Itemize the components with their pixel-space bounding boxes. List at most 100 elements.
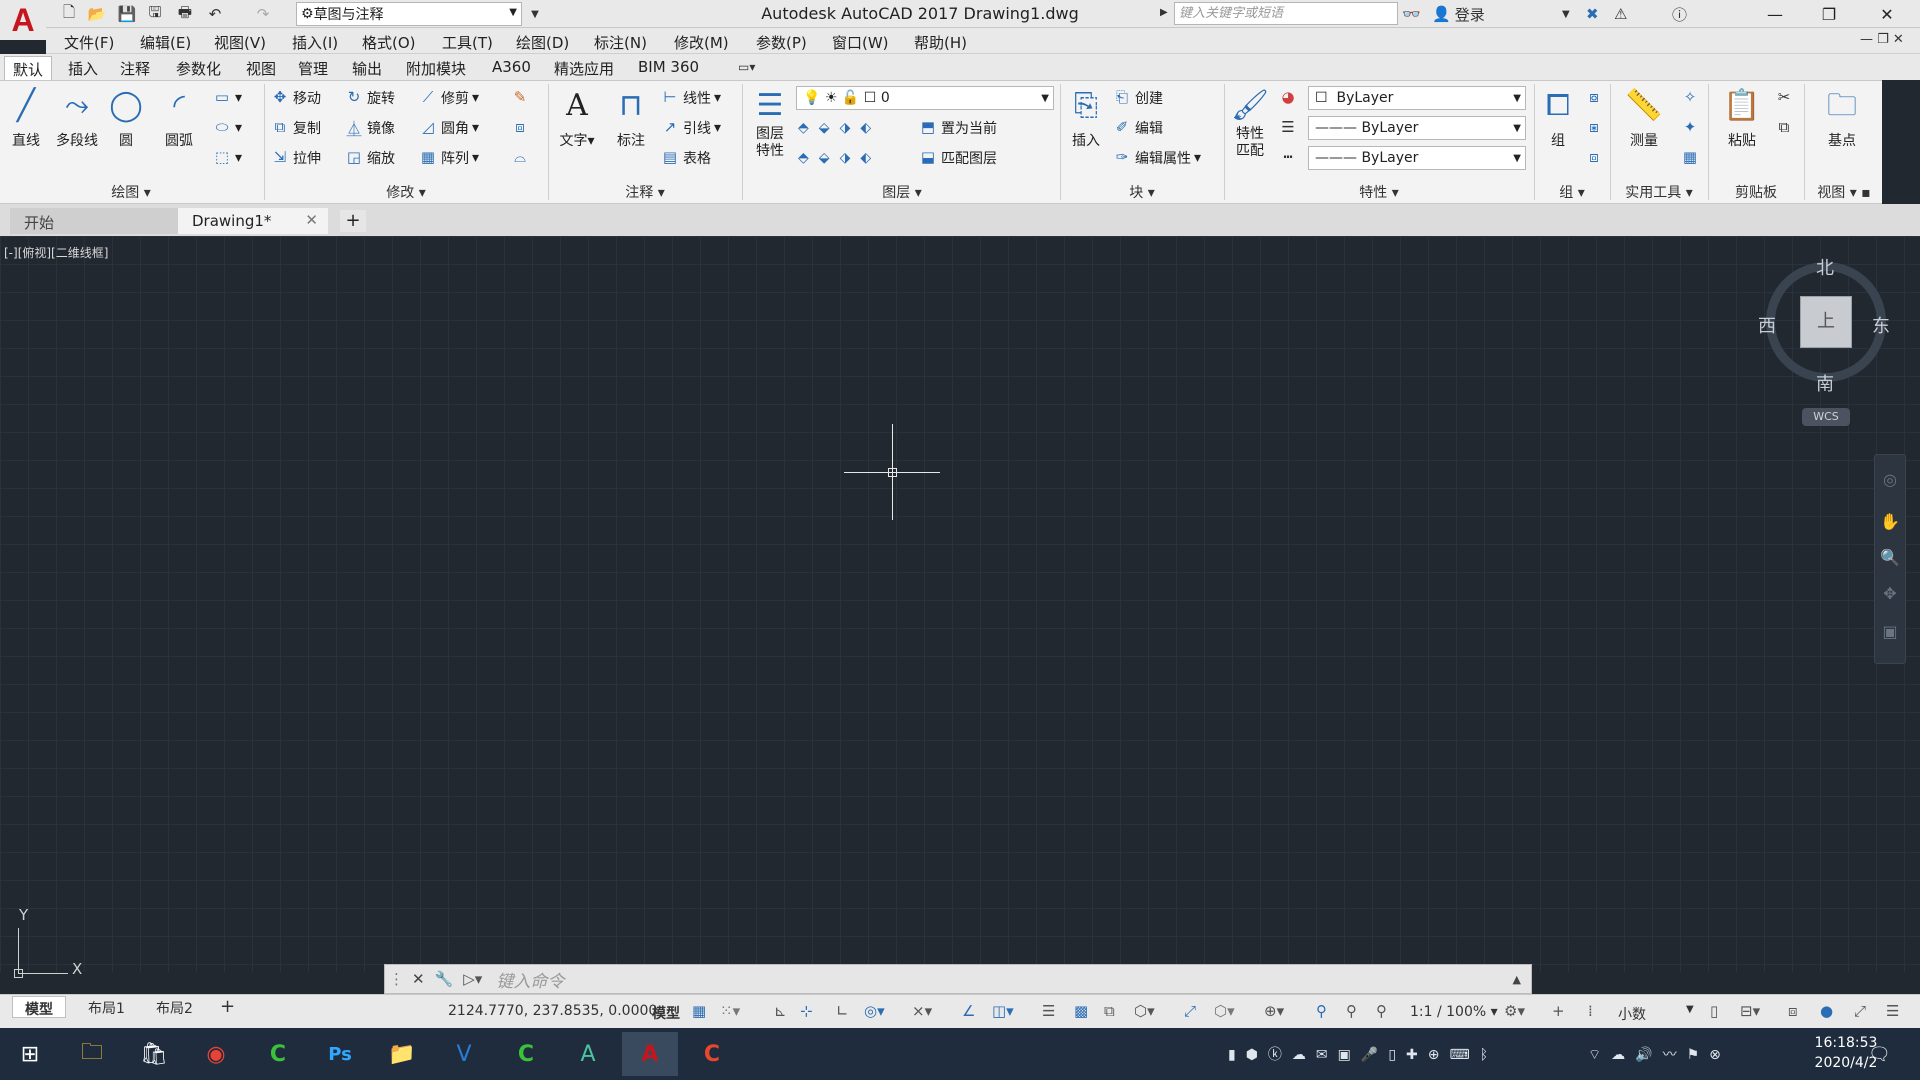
redo-icon[interactable]: ↷: [252, 4, 274, 24]
store-icon[interactable]: 🛍: [130, 1032, 178, 1076]
tab-bim360[interactable]: BIM 360: [630, 56, 707, 80]
tab-output[interactable]: 输出: [344, 56, 390, 80]
angle-icon[interactable]: ∠: [962, 1002, 975, 1020]
panel-clipboard-title[interactable]: 剪贴板: [1710, 182, 1802, 202]
save-icon[interactable]: 💾: [116, 4, 138, 24]
3d-osnap-icon[interactable]: ⬡▾: [1134, 1002, 1155, 1020]
windows-start-icon[interactable]: ⊞: [6, 1032, 54, 1076]
trim-tool[interactable]: ⟋ 修剪 ▾: [418, 88, 479, 108]
steering-wheel-icon[interactable]: ◎: [1878, 470, 1902, 489]
autocad-taskbar-icon[interactable]: A: [622, 1032, 678, 1076]
file-explorer-icon[interactable]: 🗀: [68, 1032, 116, 1076]
model-space-toggle[interactable]: 模型: [652, 1003, 680, 1023]
command-history-icon[interactable]: ▲: [1513, 973, 1521, 986]
login-button[interactable]: 👤 登录: [1432, 3, 1485, 25]
rotate-tool[interactable]: ↻ 旋转: [344, 88, 395, 108]
layer-dropdown[interactable]: 💡 ☀ 🔓 ☐ 0 ▼: [796, 86, 1054, 110]
tab-addins[interactable]: 附加模块: [398, 56, 474, 80]
restore-button[interactable]: ❐: [1800, 0, 1858, 28]
group-select-icon[interactable]: ⧈: [1584, 148, 1604, 168]
close-tab-icon[interactable]: ✕: [305, 211, 318, 229]
camtasia-recorder-icon[interactable]: C: [502, 1032, 550, 1076]
layer-properties-tool[interactable]: ☰ 图层 特性: [748, 86, 792, 160]
units-dropdown[interactable]: 小数: [1618, 1004, 1646, 1024]
annotation-monitor-icon[interactable]: +: [1552, 1002, 1565, 1020]
compass-east[interactable]: 东: [1872, 312, 1890, 338]
wrench-icon[interactable]: 🔧: [435, 970, 454, 988]
polyline-tool[interactable]: ⤳ 多段线: [52, 86, 102, 150]
panel-utilities-title[interactable]: 实用工具 ▾: [1612, 182, 1706, 202]
new-tab-button[interactable]: +: [340, 210, 366, 232]
viewport-controls-label[interactable]: [-][俯视][二维线框]: [4, 244, 108, 261]
transparency-icon[interactable]: ▩: [1074, 1002, 1088, 1020]
new-file-icon[interactable]: 🗋: [58, 3, 80, 24]
ribbon-minimize-icon[interactable]: ▭▾: [738, 60, 755, 74]
tab-drawing1[interactable]: Drawing1* ✕: [178, 208, 328, 234]
selection-filter-icon[interactable]: ⬡▾: [1214, 1002, 1235, 1020]
layout-tab-model[interactable]: 模型: [12, 996, 66, 1018]
panel-layers-title[interactable]: 图层 ▾: [744, 182, 1060, 202]
lineweight-icon[interactable]: ☰: [1278, 118, 1298, 138]
visio-icon[interactable]: V: [440, 1032, 488, 1076]
osnap-icon[interactable]: ⨯▾: [912, 1002, 932, 1020]
menu-parametric[interactable]: 参数(P): [756, 32, 807, 53]
tab-manage[interactable]: 管理: [290, 56, 336, 80]
edit-block-tool[interactable]: ✐ 编辑: [1112, 118, 1163, 138]
measure-tool[interactable]: 📏 测量: [1620, 86, 1668, 150]
calculator-icon[interactable]: ▦: [1680, 148, 1700, 168]
a360-icon[interactable]: ⚠: [1614, 3, 1627, 25]
annotation-scale-icon[interactable]: ⚲: [1376, 1002, 1387, 1020]
quick-select-icon[interactable]: ✧: [1680, 88, 1700, 108]
wcs-menu[interactable]: WCS: [1802, 408, 1850, 426]
tab-parametric[interactable]: 参数化: [168, 56, 229, 80]
group-tool[interactable]: ⧠ 组: [1538, 86, 1578, 150]
mirror-tool[interactable]: ⏅ 镜像: [344, 118, 395, 138]
match-properties-tool[interactable]: 🖌 特性 匹配: [1228, 86, 1272, 160]
table-tool[interactable]: ▤ 表格: [660, 148, 711, 168]
text-tool[interactable]: A 文字▾: [554, 86, 600, 150]
menu-help[interactable]: 帮助(H): [914, 32, 967, 53]
move-tool[interactable]: ✥ 移动: [270, 88, 321, 108]
copy-clip-icon[interactable]: ⧉: [1774, 118, 1794, 138]
lineweight-toggle-icon[interactable]: ☰: [1042, 1002, 1055, 1020]
panel-modify-title[interactable]: 修改 ▾: [266, 182, 546, 202]
binoculars-icon[interactable]: 👓: [1402, 3, 1421, 25]
dynamic-ucs-icon[interactable]: ⤢: [1184, 1002, 1196, 1020]
cut-icon[interactable]: ✂: [1774, 88, 1794, 108]
menu-window[interactable]: 窗口(W): [832, 32, 889, 53]
color-dropdown[interactable]: ☐ ByLayer ▼: [1308, 86, 1526, 110]
lock-ui-icon[interactable]: ⊟▾: [1740, 1002, 1760, 1020]
help-icon[interactable]: ⓘ: [1672, 3, 1687, 25]
menu-draw[interactable]: 绘图(D): [516, 32, 569, 53]
annotation-visibility-icon[interactable]: ⚲: [1316, 1002, 1327, 1020]
line-tool[interactable]: ╱ 直线: [6, 86, 46, 150]
menu-view[interactable]: 视图(V): [214, 32, 266, 53]
menu-insert[interactable]: 插入(I): [292, 32, 338, 53]
snap-icon[interactable]: ⁙▾: [720, 1002, 740, 1020]
fillet-tool[interactable]: ◿ 圆角 ▾: [418, 118, 479, 138]
gizmo-icon[interactable]: ⊕▾: [1264, 1002, 1284, 1020]
polar-icon[interactable]: ⊹: [800, 1002, 813, 1020]
isolate-objects-icon[interactable]: ⧈: [1788, 1002, 1798, 1020]
command-input[interactable]: 键入命令: [496, 967, 564, 992]
customize-qat-icon[interactable]: ▼: [524, 4, 546, 24]
create-block-tool[interactable]: ⎗ 创建: [1112, 88, 1163, 108]
point-icon[interactable]: ✦: [1680, 118, 1700, 138]
system-tray-icons[interactable]: ▮⬢ⓚ☁✉▣🎤▯✚⊕⌨ᛒ: [1228, 1044, 1498, 1064]
camtasia-red-icon[interactable]: C: [688, 1032, 736, 1076]
paste-tool[interactable]: 📋 粘贴: [1718, 86, 1766, 150]
coordinate-readout[interactable]: 2124.7770, 237.8535, 0.0000: [448, 1003, 657, 1019]
linetype-icon[interactable]: ┅: [1278, 148, 1298, 168]
compass-south[interactable]: 南: [1816, 370, 1834, 396]
panel-properties-title[interactable]: 特性 ▾: [1226, 182, 1532, 202]
selection-cycling-icon[interactable]: ⧉: [1104, 1002, 1115, 1020]
ellipse-tool[interactable]: ⬭ ▾: [212, 118, 242, 138]
quick-properties-icon[interactable]: ▯: [1710, 1002, 1718, 1020]
offset-tool[interactable]: ⌓: [510, 148, 530, 168]
clean-screen-icon[interactable]: ⤢: [1854, 1002, 1866, 1020]
menu-file[interactable]: 文件(F): [64, 32, 114, 53]
ungroup-icon[interactable]: ⧇: [1584, 88, 1604, 108]
arc-tool[interactable]: ◜ 圆弧: [158, 86, 200, 150]
layer-tools-row2[interactable]: ⬘ ⬙ ⬗ ⬖: [798, 150, 871, 166]
grid-icon[interactable]: ▦: [692, 1002, 706, 1020]
